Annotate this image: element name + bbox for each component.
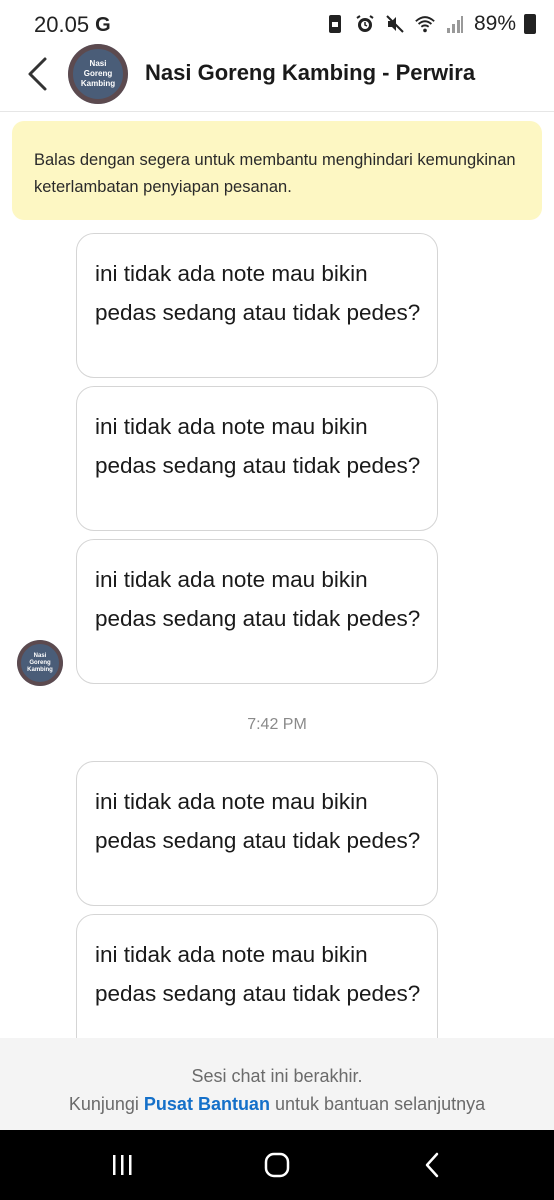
screen-lock-icon (324, 13, 346, 35)
google-icon: G (95, 13, 111, 36)
signal-icon (444, 13, 466, 35)
notice-text: Balas dengan segera untuk membantu mengh… (34, 151, 516, 196)
recent-apps-button[interactable] (102, 1147, 142, 1183)
system-navigation-bar (0, 1130, 554, 1200)
chat-ended-text: Sesi chat ini berakhir. (191, 1066, 363, 1086)
help-suffix: untuk bantuan selanjutnya (274, 1094, 486, 1114)
help-center-link[interactable]: Pusat Bantuan (144, 1094, 270, 1114)
chat-header: Nasi Goreng Kambing Nasi Goreng Kambing … (0, 40, 554, 112)
message-bubble: ini tidak ada note mau bikin pedas sedan… (76, 761, 438, 906)
battery-percent: 89% (473, 12, 516, 35)
reply-notice-banner: Balas dengan segera untuk membantu mengh… (12, 121, 542, 220)
status-right: 89% (324, 12, 536, 36)
message-text: ini tidak ada note mau bikin pedas sedan… (95, 261, 421, 325)
message-bubble: ini tidak ada note mau bikin pedas sedan… (76, 386, 438, 531)
status-time: 20.05 (34, 12, 90, 37)
message-bubble: ini tidak ada note mau bikin pedas sedan… (76, 914, 438, 1038)
chevron-left-icon (28, 57, 47, 91)
message-text: ini tidak ada note mau bikin pedas sedan… (95, 942, 421, 1006)
message-text: ini tidak ada note mau bikin pedas sedan… (95, 567, 421, 631)
message-text: ini tidak ada note mau bikin pedas sedan… (95, 789, 421, 853)
restaurant-avatar[interactable]: Nasi Goreng Kambing (68, 44, 128, 104)
battery-icon (524, 14, 536, 34)
chat-messages[interactable]: ini tidak ada note mau bikin pedas sedan… (0, 232, 554, 1038)
mute-icon (384, 13, 406, 35)
home-icon (264, 1152, 290, 1178)
avatar-ring (17, 640, 63, 686)
message-bubble: ini tidak ada note mau bikin pedas sedan… (76, 539, 438, 684)
wifi-icon (414, 13, 436, 35)
back-button[interactable] (20, 54, 54, 94)
back-arrow-icon (425, 1152, 439, 1178)
message-bubble: ini tidak ada note mau bikin pedas sedan… (76, 233, 438, 378)
sender-avatar: Nasi Goreng Kambing (17, 640, 63, 686)
recent-apps-icon (113, 1155, 132, 1175)
status-left: 20.05 G (34, 12, 111, 38)
chat-ended-footer: Sesi chat ini berakhir. Kunjungi Pusat B… (0, 1038, 554, 1130)
message-timestamp: 7:42 PM (247, 716, 307, 733)
chat-title: Nasi Goreng Kambing - Perwira (145, 60, 476, 85)
avatar-ring (68, 44, 128, 104)
system-back-button[interactable] (412, 1147, 452, 1183)
home-button[interactable] (257, 1147, 297, 1183)
message-text: ini tidak ada note mau bikin pedas sedan… (95, 414, 421, 478)
alarm-icon (354, 13, 376, 35)
help-prefix: Kunjungi (68, 1094, 139, 1114)
help-line: Kunjungi Pusat Bantuan untuk bantuan sel… (0, 1090, 554, 1118)
